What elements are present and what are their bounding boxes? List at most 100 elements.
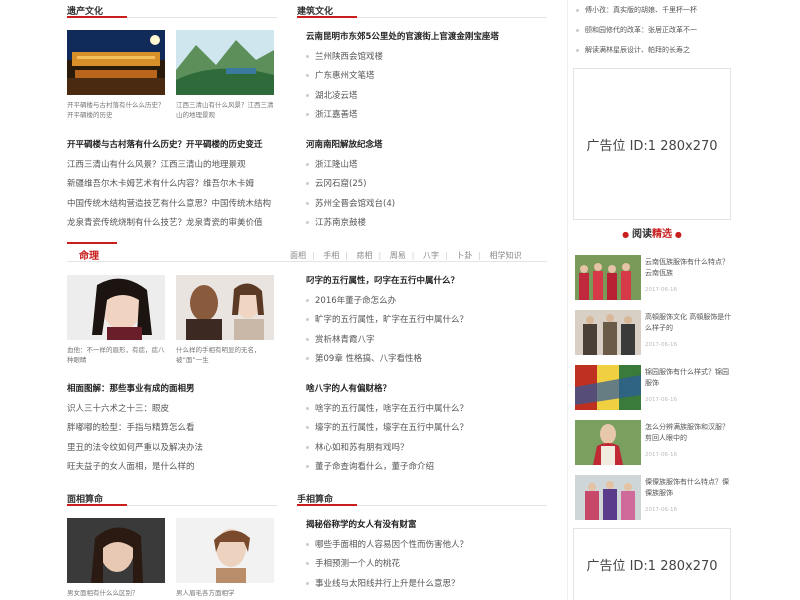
list-item[interactable]: 识人三十六术之十三：眼皮 [67, 400, 282, 420]
list-item[interactable]: 壕字的五行属性，壕字在五行中属什么？ [306, 419, 551, 439]
face-caption-1[interactable]: 男女面相有什么么区别？ [67, 588, 165, 598]
list-item[interactable]: 林心如和苏有朋有戏吗？ [306, 439, 551, 459]
tab-knowledge[interactable]: 相学知识 [490, 251, 522, 260]
reading-item[interactable]: 高頓服饰文化 高頓服饰是什么样子的 2017-06-16 [575, 310, 735, 356]
heritage-section: 遗产文化 [67, 4, 277, 18]
fortune-tabs: 面相 | 手相 | 痣相 | 周易 | 八字 | 卜卦 | 相学知识 [290, 251, 522, 260]
list-item[interactable]: 兰州陕西会馆戏楼 [306, 48, 551, 68]
list-item[interactable]: 云南昆明市东郊5公里处的官渡街上官渡金刚宝座塔 [306, 28, 551, 48]
architecture-list-1: 云南昆明市东郊5公里处的官渡街上官渡金刚宝座塔 兰州陕西会馆戏楼 广东惠州文笔塔… [306, 28, 551, 126]
face-title: 面相算命 [67, 492, 277, 506]
list-item[interactable]: 傅小孜：真实版的胡娘、千里杯一杯 [576, 0, 731, 20]
face-section: 面相算命 [67, 492, 277, 506]
fortune-list-2: 叼字的五行属性，叼字在五行中属什么？ 2016年董子命怎么办 旷字的五行属性，旷… [306, 272, 551, 370]
bullet-icon: ● [674, 230, 682, 239]
tab-palm[interactable]: 手相 [323, 251, 339, 260]
list-item[interactable]: 相面图解：那些事业有成的面相男 [67, 380, 282, 400]
palm-list: 揭秘俗称学的女人有没有财富 哪些手面相的人容易因个性而伤害他人？ 手相预测一个人… [306, 516, 551, 594]
fortune-title: 命理 [79, 251, 99, 262]
fortune-image-2[interactable] [176, 275, 274, 340]
list-item[interactable]: 开平碉楼与古村落有什么历史？开平碉楼的历史变迁 [67, 136, 282, 156]
reading-thumb[interactable] [575, 475, 641, 520]
reading-item-date: 2017-06-16 [645, 287, 677, 293]
face-image-2[interactable] [176, 518, 274, 583]
list-item[interactable]: 第09章 性格搞、八字看性格 [306, 350, 551, 370]
list-item[interactable]: 哪些手面相的人容易因个性而伤害他人？ [306, 536, 551, 556]
fortune-caption-1[interactable]: 血他：不一样的眉形，有痣，痣八种眼睛 [67, 345, 165, 365]
reading-title: 阅读 [632, 229, 652, 240]
reading-item-title[interactable]: 云南佤族服饰有什么特点？云南佤族 [645, 257, 735, 279]
reading-item[interactable]: 云南佤族服饰有什么特点？云南佤族 2017-06-16 [575, 255, 735, 301]
list-item[interactable]: 浙江隆山塔 [306, 156, 551, 176]
list-item[interactable]: 胖嘟嘟的脸型：手指与精算怎么看 [67, 419, 282, 439]
tab-bazi[interactable]: 八字 [423, 251, 439, 260]
heritage-caption-1[interactable]: 开平碉楼与古村落有什么么历史？开平碉楼的历史 [67, 100, 165, 120]
heritage-list: 开平碉楼与古村落有什么历史？开平碉楼的历史变迁 江西三清山有什么风景？江西三清山… [67, 136, 282, 234]
heritage-title: 遗产文化 [67, 4, 277, 18]
architecture-section: 建筑文化 [297, 4, 547, 18]
fortune-image-1[interactable] [67, 275, 165, 340]
list-item[interactable]: 云冈石窟(25) [306, 175, 551, 195]
palm-title: 手相算命 [297, 492, 547, 506]
reading-thumb[interactable] [575, 310, 641, 355]
list-item[interactable]: 龙泉青瓷传统烧制有什么技艺？龙泉青瓷的审美价值 [67, 214, 282, 234]
reading-item-date: 2017-06-16 [645, 507, 677, 513]
reading-item[interactable]: 傈僳族服饰有什么特点？傈傈族服饰 2017-06-16 [575, 475, 735, 521]
tab-divination[interactable]: 卜卦 [456, 251, 472, 260]
list-item[interactable]: 里丑的法令纹如何严重以及解决办法 [67, 439, 282, 459]
heritage-image-1[interactable] [67, 30, 165, 95]
list-item[interactable]: 啥八字的人有偏财格？ [306, 380, 551, 400]
reading-item-date: 2017-06-16 [645, 397, 677, 403]
heritage-image-2[interactable] [176, 30, 274, 95]
page: 遗产文化 开平碉楼与古村落有什么么历史？开平碉楼的历史 江西三清山有什么风景？江… [0, 0, 800, 600]
ad-slot-2[interactable]: 广告位 ID:1 280x270 [573, 528, 731, 600]
list-item[interactable]: 解读满林星辰设计、帕拜的长寿之 [576, 40, 731, 60]
list-item[interactable]: 揭秘俗称学的女人有没有财富 [306, 516, 551, 536]
tab-zhouyi[interactable]: 周易 [390, 251, 406, 260]
list-item[interactable]: 叼字的五行属性，叼字在五行中属什么？ [306, 272, 551, 292]
list-item[interactable]: 江苏南京鼓楼 [306, 214, 551, 234]
list-item[interactable]: 2016年董子命怎么办 [306, 292, 551, 312]
list-item[interactable]: 颐和园修代的改革：张居正改革不一 [576, 20, 731, 40]
reading-item[interactable]: 锦园服饰有什么样式？锦园服饰 2017-06-16 [575, 365, 735, 411]
architecture-list-2: 河南南阳解放纪念塔 浙江隆山塔 云冈石窟(25) 苏州全晋会馆戏台(4) 江苏南… [306, 136, 551, 234]
heritage-caption-2[interactable]: 江西三清山有什么风景？江西三清山的地理景观 [176, 100, 274, 120]
reading-item-title[interactable]: 怎么分辨满族服饰和汉服？剪回人眼中的 [645, 422, 735, 444]
list-item[interactable]: 手相预测一个人的桃花 [306, 555, 551, 575]
face-caption-2[interactable]: 男人眉毛各方面相学 [176, 588, 274, 598]
list-item[interactable]: 啥字的五行属性，啥字在五行中属什么？ [306, 400, 551, 420]
list-item[interactable]: 苏州全晋会馆戏台(4) [306, 195, 551, 215]
list-item[interactable]: 旷字的五行属性，旷字在五行中属什么？ [306, 311, 551, 331]
list-item[interactable]: 中国传统木结构营造技艺有什么意思？中国传统木结构 [67, 195, 282, 215]
tab-face[interactable]: 面相 [290, 251, 306, 260]
reading-title-accent: 精选 [652, 229, 672, 240]
list-item[interactable]: 赏析林青霞八字 [306, 331, 551, 351]
list-item[interactable]: 新疆维吾尔木卡姆艺术有什么内容？维吾尔木卡姆 [67, 175, 282, 195]
reading-item-title[interactable]: 锦园服饰有什么样式？锦园服饰 [645, 367, 735, 389]
reading-thumb[interactable] [575, 255, 641, 300]
fortune-caption-2[interactable]: 什么样的手相有明显的无名，被“面”一生 [176, 345, 274, 365]
bullet-icon: ● [622, 230, 630, 239]
palm-section: 手相算命 [297, 492, 547, 506]
reading-item-date: 2017-06-16 [645, 452, 677, 458]
list-item[interactable]: 事业线与太阳线并行上升是什么意思？ [306, 575, 551, 595]
sidebar-top-links: 傅小孜：真实版的胡娘、千里杯一杯 颐和园修代的改革：张居正改革不一 解读满林星辰… [576, 0, 731, 60]
list-item[interactable]: 广东惠州文笔塔 [306, 67, 551, 87]
list-item[interactable]: 浙江嘉善塔 [306, 106, 551, 126]
list-item[interactable]: 旺夫益子的女人面相，是什么样的 [67, 458, 282, 478]
reading-item[interactable]: 怎么分辨满族服饰和汉服？剪回人眼中的 2017-06-16 [575, 420, 735, 466]
list-item[interactable]: 湖北凌云塔 [306, 87, 551, 107]
list-item[interactable]: 董子命查询看什么，董子命介绍 [306, 458, 551, 478]
architecture-title: 建筑文化 [297, 4, 547, 18]
face-image-1[interactable] [67, 518, 165, 583]
reading-item-title[interactable]: 高頓服饰文化 高頓服饰是什么样子的 [645, 312, 735, 334]
list-item[interactable]: 江西三清山有什么风景？江西三清山的地理景观 [67, 156, 282, 176]
reading-item-date: 2017-06-16 [645, 342, 677, 348]
ad-slot-1[interactable]: 广告位 ID:1 280x270 [573, 68, 731, 220]
tab-mole[interactable]: 痣相 [357, 251, 373, 260]
list-item[interactable]: 河南南阳解放纪念塔 [306, 136, 551, 156]
fortune-list-3: 啥八字的人有偏财格？ 啥字的五行属性，啥字在五行中属什么？ 壕字的五行属性，壕字… [306, 380, 551, 478]
reading-thumb[interactable] [575, 420, 641, 465]
reading-thumb[interactable] [575, 365, 641, 410]
reading-item-title[interactable]: 傈僳族服饰有什么特点？傈傈族服饰 [645, 477, 735, 499]
